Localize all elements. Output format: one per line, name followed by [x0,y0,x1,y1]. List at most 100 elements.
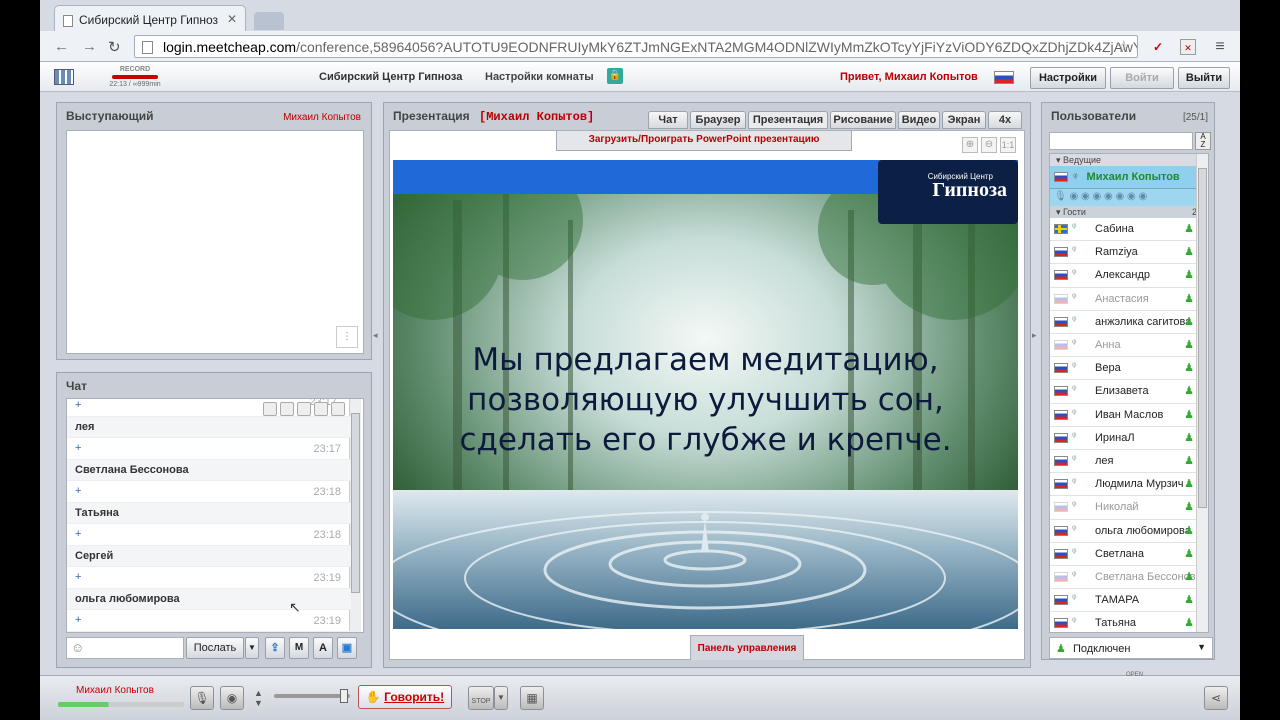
chat-tool-icon[interactable] [331,402,345,416]
close-tab-icon[interactable]: ✕ [227,12,237,26]
host-row[interactable]: ᵠ Михаил Копытов [1050,166,1196,188]
menu-icon[interactable]: ≡ [1212,39,1228,55]
tab-5[interactable]: Экран [942,111,986,129]
users-scroll-thumb[interactable] [1198,168,1207,508]
chat-title: Чат [66,379,87,393]
status-select[interactable]: ♟ Подключен ▼ [1049,637,1213,659]
upload-ppt-button[interactable]: Загрузить/Проиграть PowerPoint презентац… [556,131,852,151]
send-button[interactable]: Послать [186,637,244,659]
omnibar: ← → ↻ login.meetcheap.com/conference,589… [40,31,1240,62]
user-row[interactable]: ᵠ ольга любомирова ♟ [1050,519,1196,543]
user-row[interactable]: ᵠ ТАМАРА ♟ [1050,589,1196,613]
user-row[interactable]: ᵠ Александр ♟ [1050,264,1196,288]
chat-scroll-thumb[interactable] [351,413,360,593]
extension2-icon[interactable]: ✕ [1180,39,1196,55]
user-row[interactable]: ᵠ Елизавета ♟ [1050,380,1196,404]
tab-4[interactable]: Видео [898,111,940,129]
russia-flag-icon [1054,386,1068,397]
user-row[interactable]: ᵠ ИринаЛ ♟ [1050,426,1196,450]
user-row[interactable]: ᵠ Людмила Мурзич ♟ [1050,473,1196,497]
guests-header[interactable]: ▾ Гости24 [1050,206,1208,218]
logout-button[interactable]: Выйти [1178,67,1230,89]
stop-button[interactable]: STOP [468,686,494,710]
open-label[interactable]: OPEN [1126,672,1143,678]
forward-icon[interactable]: → [82,38,97,55]
extension-icon[interactable]: ✓ [1150,39,1166,55]
tab-0[interactable]: Чат [648,111,688,129]
room-settings-link[interactable]: Настройки комнаты [485,71,594,83]
login-button[interactable]: Войти [1110,67,1174,89]
user-row[interactable]: ᵠ Николай ♟ [1050,496,1196,520]
volume-arrows-icon[interactable]: ▲ ▼ [254,688,263,708]
layout-icon[interactable] [54,69,74,85]
user-row[interactable]: ᵠ Вера ♟ [1050,357,1196,381]
browser-tab[interactable]: Сибирский Центр Гипноз ✕ [54,5,246,32]
address-bar[interactable]: login.meetcheap.com/conference,58964056?… [134,35,1138,58]
speaker-panel: Выступающий Михаил Копытов ⫶ [56,102,372,360]
sort-icon[interactable]: AZ [1195,132,1211,150]
microphone-icon[interactable]: 🎙 [190,686,214,710]
users-scrollbar[interactable] [1196,154,1208,632]
send-options-icon[interactable]: ▼ [245,637,259,659]
share-icon[interactable]: ⋖ [1204,686,1228,710]
tab-6[interactable]: 4x [988,111,1022,129]
user-name: Светлана Бессонова [1095,571,1196,583]
chat-bold-icon[interactable]: M [289,637,309,659]
chat-message-text: Татьяна [75,506,119,519]
chat-window-icon[interactable]: ▣ [337,637,357,659]
control-panel-button[interactable]: Панель управления [690,635,804,660]
user-status-icon: ♟ [1184,478,1194,491]
settings-button[interactable]: Настройки [1030,67,1106,89]
slide-logo: Сибирский Центр Гипноза [891,172,1011,202]
zoom-in-icon[interactable]: ⊕ [962,137,978,153]
russia-flag-icon[interactable] [994,71,1014,84]
volume-handle[interactable] [340,689,348,703]
user-row[interactable]: ᵠ Иван Маслов ♟ [1050,403,1196,427]
chat-tool-icon[interactable] [279,402,294,416]
user-row[interactable]: ᵠ Светлана Бессонова ♟ [1050,566,1196,590]
users-search-input[interactable] [1049,132,1193,150]
tab-2[interactable]: Презентация [748,111,828,129]
fit-icon[interactable]: 1:1 [1000,137,1016,153]
speak-button[interactable]: ✋ Говорить! [358,685,452,709]
back-icon[interactable]: ← [54,38,69,55]
zoom-out-icon[interactable]: ⊖ [981,137,997,153]
equalizer-icon[interactable]: ⫶ [336,326,358,348]
chat-log[interactable]: 23:17 + лея +23:17 Светлана Бессонова +23:18… [66,398,364,633]
bookmark-star-icon[interactable]: ☆ [1117,37,1131,57]
user-row[interactable]: ᵠ Анастасия ♟ [1050,287,1196,311]
user-row[interactable]: ᵠ анжэлика сагитова ♟ [1050,310,1196,334]
right-collapse-handle[interactable]: ▸ [1032,330,1040,380]
new-tab-button[interactable] [254,12,284,30]
record-indicator[interactable]: RECORD 22:13 / ∞999min [90,66,180,88]
user-row[interactable]: ᵠ Анна ♟ [1050,334,1196,358]
user-row[interactable]: ᵠ Ramziya ♟ [1050,241,1196,265]
tab-1[interactable]: Браузер [690,111,746,129]
chat-share-icon[interactable]: ⇪ [265,637,285,659]
screen-icon[interactable]: ▦ [520,686,544,710]
volume-slider[interactable] [274,689,350,703]
tab-3[interactable]: Рисование [830,111,896,129]
chat-input[interactable]: ☺ [66,637,184,659]
stop-options-icon[interactable]: ▼ [494,686,508,710]
user-status-icon: ♟ [1184,223,1194,235]
text-size-icon[interactable] [313,402,328,416]
smiley-icon[interactable]: ☺ [71,640,84,655]
webcam-icon[interactable]: ◉ [220,686,244,710]
hosts-header[interactable]: ▾ Ведущие1 [1050,154,1208,166]
chat-tool-icon[interactable] [262,402,277,416]
user-row[interactable]: ᵠ Светлана ♟ [1050,542,1196,566]
slide-line: Мы предлагаем медитацию, [472,342,939,378]
user-row[interactable]: ᵠ лея ♟ [1050,450,1196,474]
left-collapse-handle[interactable]: ◂ [373,330,381,380]
user-row[interactable]: ᵠ Татьяна ♟ [1050,612,1196,632]
hosts-label: Ведущие [1063,155,1102,165]
lock-icon[interactable]: 🔒 [607,68,623,84]
chat-message-time: 23:19 [313,572,341,584]
russia-flag-icon [1054,363,1068,374]
reload-icon[interactable]: ↻ [108,38,121,56]
chat-tool-icon[interactable] [296,402,311,416]
chat-font-icon[interactable]: A [313,637,333,659]
host-controls[interactable]: 🎙 ◉ ◉ ◉ ◉ ◉ ◉ ◉ [1050,188,1196,206]
user-row[interactable]: ᵠ Сабина ♟ [1050,218,1196,242]
